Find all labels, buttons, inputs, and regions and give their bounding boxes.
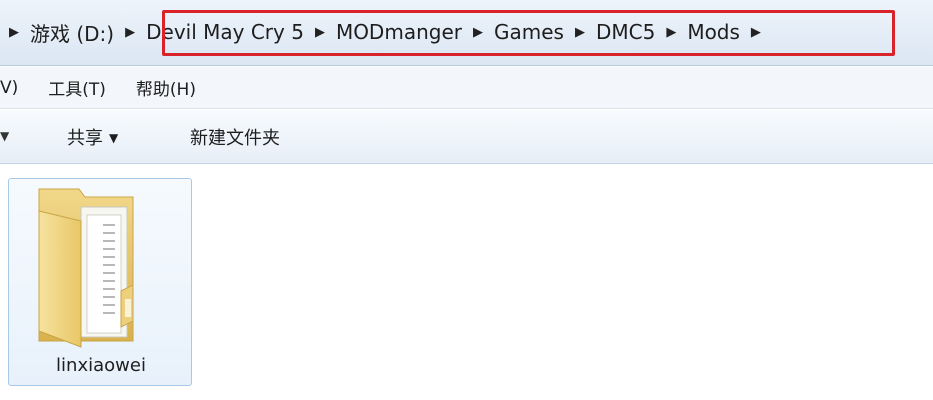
menu-item-view[interactable]: V) [0,78,18,98]
breadcrumb-separator-icon[interactable]: ▶ [566,25,594,40]
breadcrumb-item-drive[interactable]: 游戏 (D:) [28,18,116,47]
breadcrumb-item-dmc5[interactable]: DMC5 [594,20,657,44]
breadcrumb-separator-icon[interactable]: ▶ [116,25,144,40]
breadcrumb-separator-icon[interactable]: ▶ [464,25,492,40]
share-button[interactable]: 共享 ▼ [67,124,118,150]
breadcrumb-separator-icon[interactable]: ▶ [657,25,685,40]
breadcrumb-item-devil-may-cry-5[interactable]: Devil May Cry 5 [144,20,306,44]
breadcrumb: ▶ 游戏 (D:) ▶ Devil May Cry 5 ▶ MODmanger … [0,12,770,52]
folder-icon [38,188,134,348]
breadcrumb-separator-icon[interactable]: ▶ [0,25,28,40]
file-list: linxiaowei [0,165,933,400]
breadcrumb-separator-icon[interactable]: ▶ [306,25,334,40]
new-folder-button[interactable]: 新建文件夹 [190,124,280,150]
folder-item[interactable]: linxiaowei [8,178,192,386]
chevron-down-icon[interactable]: ▼ [0,129,9,143]
breadcrumb-separator-icon[interactable]: ▶ [742,25,770,40]
breadcrumb-item-modmanger[interactable]: MODmanger [334,20,464,44]
breadcrumb-item-games[interactable]: Games [492,20,566,44]
breadcrumb-item-mods[interactable]: Mods [685,20,742,44]
menu-bar: V) 工具(T) 帮助(H) [0,67,933,109]
menu-item-help[interactable]: 帮助(H) [136,75,196,100]
share-button-label: 共享 [67,128,103,149]
address-bar[interactable]: ▶ 游戏 (D:) ▶ Devil May Cry 5 ▶ MODmanger … [0,0,933,66]
menu-item-tools[interactable]: 工具(T) [48,75,106,100]
chevron-down-icon: ▼ [109,131,119,145]
folder-name: linxiaowei [56,355,146,376]
command-bar: ▼ 共享 ▼ 新建文件夹 [0,110,933,164]
